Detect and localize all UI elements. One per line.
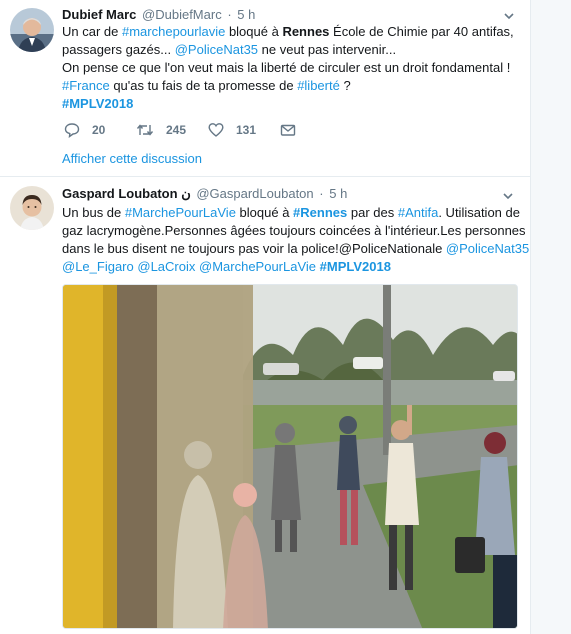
- envelope-icon: [280, 124, 296, 136]
- text-segment: On pense ce que l'on veut mais la libert…: [62, 60, 511, 75]
- hashtag-or-mention-link[interactable]: #liberté: [297, 78, 340, 93]
- tweet-text-line: passagers gazés... @PoliceNat35 ne veut …: [62, 41, 514, 59]
- retweet-button[interactable]: 245: [136, 122, 186, 138]
- like-count: 131: [236, 123, 257, 137]
- avatar[interactable]: [10, 186, 54, 230]
- text-segment: . Utilisation de: [438, 205, 520, 220]
- hashtag-or-mention-link[interactable]: @PoliceNat35: [175, 42, 258, 57]
- show-thread-link[interactable]: Afficher cette discussion: [62, 151, 202, 166]
- hashtag-or-mention-link[interactable]: @LaCroix: [137, 259, 195, 274]
- like-button[interactable]: 131: [208, 122, 256, 138]
- timestamp[interactable]: 5 h: [237, 7, 255, 22]
- tweet-text: Un bus de #MarchePourLaVie bloqué à #Ren…: [62, 204, 529, 276]
- tweet-text: Un car de #marchepourlavie bloqué à Renn…: [62, 23, 514, 113]
- text-segment: gaz lacrymogène.Personnes âgées toujours…: [62, 223, 526, 238]
- avatar[interactable]: [10, 8, 54, 52]
- author-handle[interactable]: @GaspardLoubaton: [196, 186, 313, 201]
- tweet-text-line: dans le bus disent ne toujours pas voir …: [62, 240, 529, 258]
- scroll-rail[interactable]: [531, 0, 571, 634]
- text-segment: Rennes: [282, 24, 330, 39]
- text-segment: Un car de: [62, 24, 122, 39]
- text-segment: École de Chimie par 40 antifas,: [329, 24, 514, 39]
- author-symbol: ن: [181, 186, 191, 201]
- chevron-down-icon[interactable]: [503, 9, 515, 21]
- retweet-count: 245: [166, 123, 187, 137]
- hashtag-or-mention-link[interactable]: #Rennes: [293, 205, 347, 220]
- timestamp[interactable]: 5 h: [329, 186, 347, 201]
- author-name[interactable]: Dubief Marc: [62, 7, 136, 22]
- text-segment: dans le bus disent ne toujours pas voir …: [62, 241, 446, 256]
- tweet-text-line: #France qu'as tu fais de ta promesse de …: [62, 77, 514, 95]
- tweet-text-line: @Le_Figaro @LaCroix @MarchePourLaVie #MP…: [62, 258, 514, 276]
- text-segment: bloqué à: [225, 24, 283, 39]
- tweet-photo[interactable]: [62, 284, 518, 629]
- heart-icon: [208, 123, 224, 137]
- separator: ·: [227, 7, 232, 22]
- hashtag-or-mention-link[interactable]: @Le_Figaro: [62, 259, 134, 274]
- hashtag-or-mention-link[interactable]: #MarchePourLaVie: [125, 205, 236, 220]
- text-segment: bloqué à: [235, 205, 294, 220]
- timeline: Dubief Marc @DubiefMarc · 5 h Un car de …: [0, 0, 531, 634]
- tweet-text-line: #MPLV2018: [62, 95, 514, 113]
- hashtag-or-mention-link[interactable]: @MarchePourLaVie: [199, 259, 316, 274]
- hashtag-or-mention-link[interactable]: #France: [62, 78, 110, 93]
- text-segment: Un bus de: [62, 205, 125, 220]
- hashtag-or-mention-link[interactable]: #MPLV2018: [320, 259, 391, 274]
- reply-icon: [64, 123, 80, 138]
- tweet-dubief[interactable]: Dubief Marc @DubiefMarc · 5 h Un car de …: [0, 0, 531, 177]
- separator: ·: [319, 186, 324, 201]
- text-segment: ?: [339, 78, 351, 93]
- reply-button[interactable]: 20: [64, 122, 105, 138]
- hashtag-or-mention-link[interactable]: @PoliceNat35: [446, 241, 529, 256]
- text-segment: ne veut pas intervenir...: [258, 42, 397, 57]
- tweet-text-line: Un bus de #MarchePourLaVie bloqué à #Ren…: [62, 204, 520, 222]
- direct-message-button[interactable]: [280, 122, 296, 138]
- text-segment: par des: [347, 205, 398, 220]
- chevron-down-icon[interactable]: [502, 189, 514, 201]
- hashtag-or-mention-link[interactable]: #marchepourlavie: [122, 24, 225, 39]
- hashtag-or-mention-link[interactable]: #Antifa: [398, 205, 438, 220]
- tweet-text-line: On pense ce que l'on veut mais la libert…: [62, 59, 514, 77]
- tweet-header: Dubief Marc @DubiefMarc · 5 h: [62, 7, 255, 22]
- text-segment: qu'as tu fais de ta promesse de: [109, 78, 298, 93]
- retweet-icon: [136, 124, 154, 136]
- tweet-text-line: Un car de #marchepourlavie bloqué à Renn…: [62, 23, 514, 41]
- reply-count: 20: [92, 123, 106, 137]
- author-handle[interactable]: @DubiefMarc: [142, 7, 222, 22]
- author-name[interactable]: Gaspard Loubaton: [62, 186, 178, 201]
- hashtag-or-mention-link[interactable]: #MPLV2018: [62, 96, 133, 111]
- tweet-text-line: gaz lacrymogène.Personnes âgées toujours…: [62, 222, 526, 240]
- text-segment: passagers gazés...: [62, 42, 175, 57]
- tweet-header: Gaspard Loubaton ن @GaspardLoubaton · 5 …: [62, 186, 347, 202]
